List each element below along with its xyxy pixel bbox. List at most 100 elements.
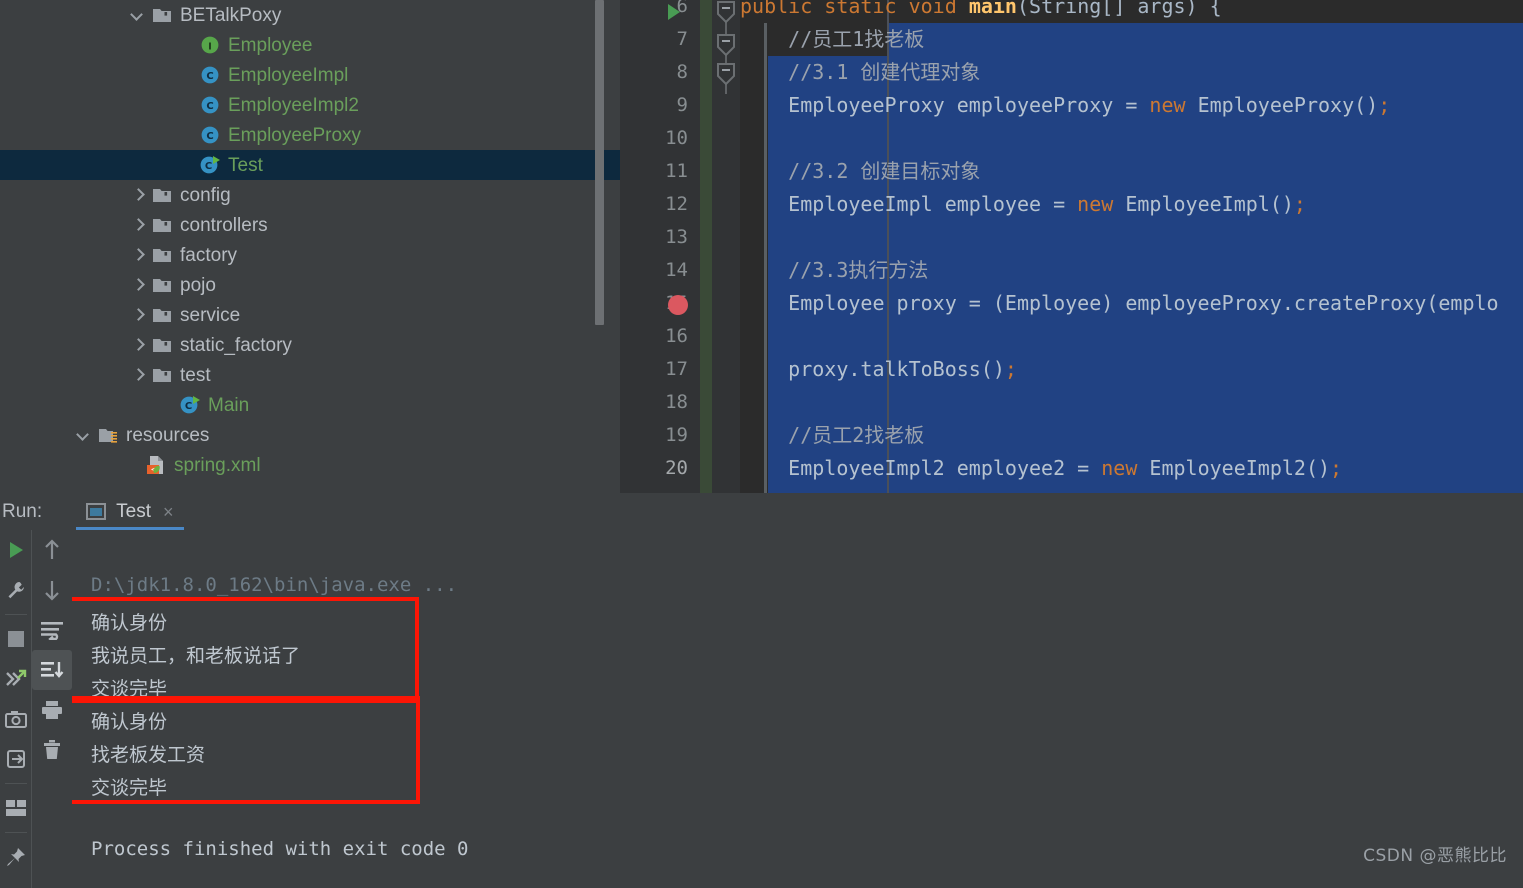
editor-gutter[interactable]: 67891011121314151617181920: [620, 0, 700, 493]
rerun-failed-icon: [5, 669, 26, 686]
package-folder-icon: [153, 309, 171, 322]
highlight-box-two: [72, 696, 420, 804]
close-icon[interactable]: ×: [163, 503, 174, 521]
layout-icon: [5, 800, 26, 816]
code-editor[interactable]: 67891011121314151617181920: [620, 0, 1523, 493]
tree-item-service[interactable]: service: [0, 300, 620, 330]
line-number: 13: [665, 226, 688, 248]
rerun-failed-tests-button[interactable]: [0, 659, 31, 699]
chevron-right-icon[interactable]: [130, 187, 146, 203]
down-arrow-button[interactable]: [32, 570, 72, 610]
chevron-right-icon[interactable]: [130, 367, 146, 383]
chevron-right-icon[interactable]: [130, 247, 146, 263]
breakpoint-icon[interactable]: [668, 295, 688, 315]
tree-item-label: resources: [126, 424, 210, 446]
tree-item-label: BETalkPoxy: [180, 4, 282, 26]
code-line: EmployeeProxy employeeProxy = new Employ…: [740, 89, 1390, 122]
scroll-to-end-button[interactable]: [32, 650, 72, 690]
tree-arrow-placeholder: [178, 127, 194, 143]
run-tab-test[interactable]: Test ×: [76, 493, 184, 530]
package-folder-icon: [153, 9, 171, 22]
resources-folder-icon: [99, 429, 117, 443]
project-tree-panel[interactable]: BETalkPoxy I Employee C EmployeeImpl C Employe…: [0, 0, 620, 493]
tree-item-pojo[interactable]: pojo: [0, 270, 620, 300]
class-icon: C: [201, 66, 219, 84]
tree-item-employeeproxy[interactable]: C EmployeeProxy: [0, 120, 620, 150]
print-button[interactable]: [32, 690, 72, 730]
code-line: Employee proxy = (Employee) employeeProx…: [740, 287, 1499, 320]
tree-item-test[interactable]: test: [0, 360, 620, 390]
code-text-area[interactable]: public static void main(String[] args) {…: [740, 0, 1523, 493]
tree-item-label: service: [180, 304, 241, 326]
code-line: EmployeeImpl2 employee2 = new EmployeeIm…: [740, 452, 1342, 485]
code-token: //员工1找老板: [740, 27, 925, 51]
fold-marker-icon[interactable]: [715, 62, 737, 88]
arrow-up-icon: [45, 539, 59, 559]
tree-item-employee[interactable]: I Employee: [0, 30, 620, 60]
screenshot-button[interactable]: [0, 699, 31, 739]
code-token: new: [1149, 93, 1198, 117]
stop-button[interactable]: [0, 619, 31, 659]
chevron-right-icon[interactable]: [130, 217, 146, 233]
tree-item-resources[interactable]: resources: [0, 420, 620, 450]
tree-item-config[interactable]: config: [0, 180, 620, 210]
tree-item-spring-xml[interactable]: < spring.xml: [0, 450, 620, 480]
export-icon: [6, 750, 25, 768]
code-folding-column[interactable]: [712, 0, 740, 493]
tree-item-main[interactable]: C Main: [0, 390, 620, 420]
tree-item-betalkpoxy[interactable]: BETalkPoxy: [0, 0, 620, 30]
line-number: 12: [665, 193, 688, 215]
toolbar-separator: [4, 783, 27, 784]
line-number: 8: [676, 61, 688, 83]
top-area: BETalkPoxy I Employee C EmployeeImpl C Employe…: [0, 0, 1523, 493]
edit-config-button[interactable]: [0, 570, 31, 610]
chevron-right-icon[interactable]: [130, 307, 146, 323]
rerun-button[interactable]: [0, 530, 31, 570]
tree-arrow-placeholder: [178, 67, 194, 83]
package-folder-icon: [153, 339, 171, 352]
chevron-down-icon[interactable]: [130, 7, 146, 23]
toolbar-separator: [4, 832, 27, 833]
run-actions-toolbar[interactable]: [0, 530, 31, 888]
chevron-right-icon[interactable]: [130, 277, 146, 293]
project-tree-scrollbar-thumb[interactable]: [595, 0, 604, 325]
console-output[interactable]: D:\jdk1.8.0_162\bin\java.exe ... 确认身份 我说员工…: [72, 530, 1523, 888]
code-token: Employee proxy = (Employee) employeeProx…: [740, 291, 1499, 315]
tree-item-factory[interactable]: factory: [0, 240, 620, 270]
highlight-box-one: [72, 597, 419, 703]
tree-item-controllers[interactable]: controllers: [0, 210, 620, 240]
chevron-right-icon[interactable]: [130, 337, 146, 353]
console-actions-toolbar[interactable]: [31, 530, 72, 888]
code-line: //员工2找老板: [740, 419, 924, 452]
code-token: EmployeeProxy employeeProxy =: [740, 93, 1150, 117]
tree-item-label: config: [180, 184, 231, 206]
package-folder-icon: [153, 279, 171, 292]
fold-marker-icon[interactable]: [715, 0, 737, 26]
play-icon: [9, 542, 23, 558]
line-number: 11: [665, 160, 688, 182]
pin-button[interactable]: [0, 837, 31, 877]
project-tree-scrollbar-track[interactable]: [595, 0, 612, 493]
export-button[interactable]: [0, 739, 31, 779]
run-method-icon[interactable]: [668, 4, 680, 20]
tree-item-employeeimpl[interactable]: C EmployeeImpl: [0, 60, 620, 90]
soft-wrap-button[interactable]: [32, 610, 72, 650]
tree-item-static-factory[interactable]: static_factory: [0, 330, 620, 360]
layout-button[interactable]: [0, 788, 31, 828]
code-token: void: [908, 0, 969, 18]
code-token: EmployeeImpl employee =: [740, 192, 1078, 216]
trash-button[interactable]: [32, 730, 72, 770]
chevron-down-icon[interactable]: [76, 427, 92, 443]
tree-item-label: spring.xml: [174, 454, 261, 476]
up-arrow-button[interactable]: [32, 530, 72, 570]
fold-marker-icon[interactable]: [715, 33, 737, 59]
tree-item-test[interactable]: C Test: [0, 150, 620, 180]
tree-item-label: Test: [228, 154, 263, 176]
tree-item-employeeimpl2[interactable]: C EmployeeImpl2: [0, 90, 620, 120]
